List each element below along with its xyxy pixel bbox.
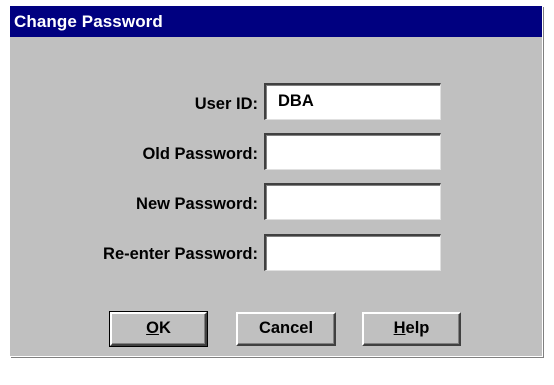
help-button[interactable]: Help <box>362 312 461 346</box>
help-button-mnemonic: H <box>393 319 406 337</box>
user-id-value: DBA <box>278 92 314 110</box>
reenter-password-label: Re-enter Password: <box>103 245 258 263</box>
user-id-field[interactable]: DBA <box>264 83 441 120</box>
user-id-label: User ID: <box>194 95 258 113</box>
ok-button-label-rest: K <box>158 319 171 337</box>
cancel-button-label: Cancel <box>258 319 314 337</box>
change-password-dialog: Change Password User ID: DBA Old Passwor… <box>10 6 543 357</box>
cancel-button[interactable]: Cancel <box>236 312 336 346</box>
ok-button-mnemonic: O <box>146 319 159 337</box>
new-password-label: New Password: <box>136 195 258 213</box>
old-password-field[interactable] <box>264 133 441 170</box>
new-password-field[interactable] <box>264 183 441 220</box>
ok-button[interactable]: OK <box>109 311 208 347</box>
title-bar[interactable]: Change Password <box>10 6 542 37</box>
reenter-password-field[interactable] <box>264 234 441 271</box>
window-title: Change Password <box>14 12 163 31</box>
help-button-label-rest: elp <box>405 319 430 337</box>
old-password-label: Old Password: <box>142 145 258 163</box>
